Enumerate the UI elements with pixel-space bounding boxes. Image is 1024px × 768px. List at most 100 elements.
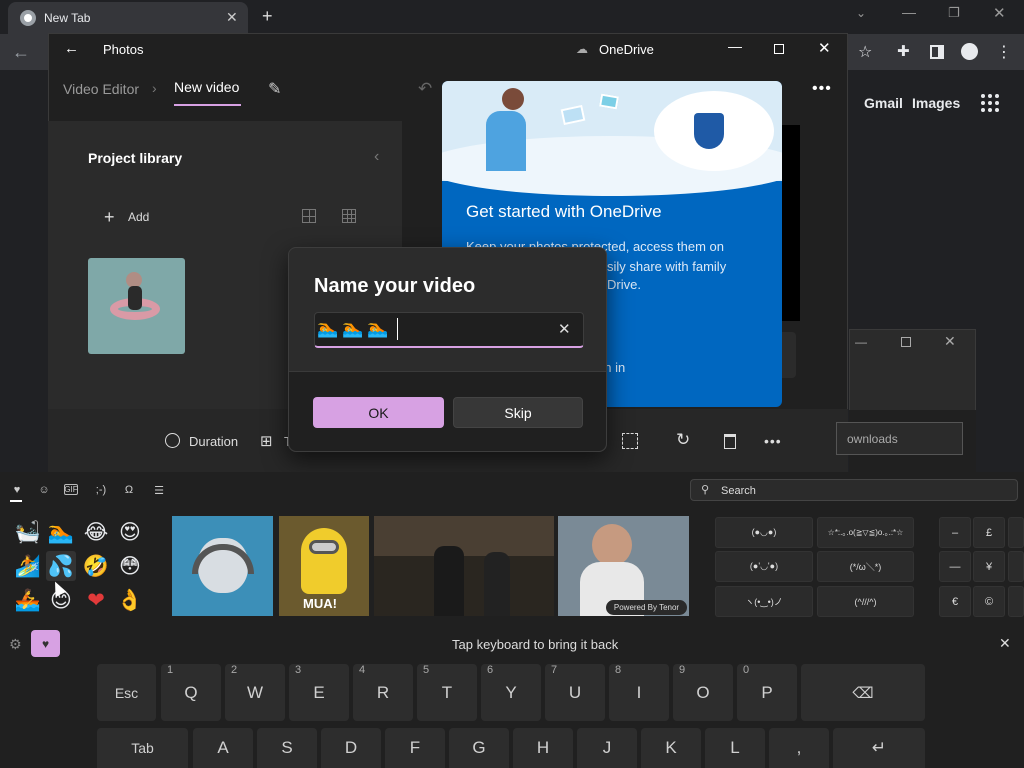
new-tab-icon[interactable]: + [262,6,273,27]
downloads-field[interactable]: ownloads [836,422,963,455]
symbol-item[interactable]: — [939,551,971,582]
close-tab-icon[interactable]: ✕ [226,9,238,26]
key-comma[interactable]: , [769,728,829,768]
key-h[interactable]: H [513,728,573,768]
emoji-item[interactable]: ❤ [81,585,111,615]
key-i[interactable]: 8I [609,664,669,721]
kaomoji-item[interactable]: (*/ω＼*) [817,551,914,582]
key-j[interactable]: J [577,728,637,768]
restore-icon[interactable]: ❐ [948,5,960,21]
gif-thumbnail[interactable] [374,516,554,616]
emoji-item[interactable]: 🏄 [13,551,43,581]
rename-pencil-icon[interactable]: ✎ [268,79,281,99]
emoji-item[interactable]: 🏊 [46,517,76,547]
key-enter[interactable]: ↵ [833,728,925,768]
gif-thumbnail[interactable] [172,516,273,616]
key-t[interactable]: 5T [417,664,477,721]
close-keyboard-icon[interactable]: ✕ [999,635,1011,652]
onedrive-button[interactable]: OneDrive [599,42,654,57]
key-y[interactable]: 6Y [481,664,541,721]
gif-thumbnail[interactable]: MUA! [279,516,369,616]
apps-grid-icon[interactable] [981,94,999,112]
key-e[interactable]: 3E [289,664,349,721]
key-o[interactable]: 9O [673,664,733,721]
video-name-input[interactable]: 🏊🏊🏊 ✕ [314,312,584,348]
close-window-icon[interactable]: ✕ [993,4,1006,22]
chrome-tab[interactable]: New Tab ✕ [8,2,248,34]
key-esc[interactable]: Esc [97,664,156,721]
small-grid-view-icon[interactable] [342,209,356,223]
settings-gear-icon[interactable]: ⚙ [9,636,22,653]
key-g[interactable]: G [449,728,509,768]
emoji-item[interactable]: 👌 [115,585,145,615]
key-backspace[interactable]: ⌫ [801,664,925,721]
key-q[interactable]: 1Q [161,664,221,721]
more-options-icon[interactable]: ••• [812,80,832,98]
symbol-item-partial[interactable] [1008,551,1024,582]
symbol-item[interactable]: – [939,517,971,548]
emoji-item[interactable]: 😳 [115,551,145,581]
symbol-item[interactable]: € [939,586,971,617]
maximize-icon[interactable] [774,44,784,54]
tab-search-icon[interactable]: ⌄ [856,6,866,20]
large-grid-view-icon[interactable] [302,209,316,223]
crop-icon[interactable] [622,433,638,449]
kaomoji-item[interactable]: (●◡●) [715,517,813,548]
emoji-item[interactable]: 🤣 [81,551,111,581]
emoji-search-input[interactable]: ⚲ Search [690,479,1018,501]
key-k[interactable]: K [641,728,701,768]
add-title-card-icon[interactable]: ⊞ [260,432,273,450]
symbol-item[interactable]: © [973,586,1005,617]
skip-button[interactable]: Skip [453,397,583,428]
library-thumbnail[interactable] [88,258,185,354]
close-icon[interactable]: ✕ [944,333,956,350]
kaomoji-item[interactable]: (●'◡'●) [715,551,813,582]
key-a[interactable]: A [193,728,253,768]
tab-gif[interactable]: GIF [64,484,78,495]
rotate-icon[interactable]: ↻ [676,430,690,450]
close-icon[interactable]: ✕ [818,39,831,57]
collapse-chevron-icon[interactable]: ‹ [374,148,379,166]
minimize-icon[interactable]: — [855,335,867,349]
key-d[interactable]: D [321,728,381,768]
emoji-item[interactable]: 🚣 [13,585,43,615]
add-button[interactable]: Add [128,210,149,224]
symbol-item[interactable]: ¥ [973,551,1005,582]
back-arrow-icon[interactable]: ← [64,40,79,57]
delete-trash-icon[interactable] [724,434,736,449]
duration-button[interactable]: Duration [189,434,238,449]
key-s[interactable]: S [257,728,317,768]
tab-symbols[interactable]: Ω [120,483,138,497]
profile-avatar-icon[interactable] [961,43,978,60]
emoji-item[interactable]: 💦 [46,551,76,581]
more-options-icon[interactable]: ••• [764,433,782,449]
gif-thumbnail[interactable]: Powered By Tenor [558,516,689,616]
tab-kaomoji[interactable]: ;-) [92,483,110,497]
chrome-menu-icon[interactable]: ⋮ [996,42,1012,62]
symbol-item-partial[interactable] [1008,517,1024,548]
breadcrumb-video-editor[interactable]: Video Editor [63,81,139,97]
key-l[interactable]: L [705,728,765,768]
undo-icon[interactable]: ↶ [418,79,432,99]
kaomoji-item[interactable]: ☆*:.｡.o(≧▽≦)o.｡.:*☆ [817,517,914,548]
ok-button[interactable]: OK [313,397,444,428]
gmail-link[interactable]: Gmail [864,95,903,111]
back-arrow-icon[interactable]: ← [12,42,30,63]
bookmark-star-icon[interactable]: ☆ [858,42,872,62]
symbol-item[interactable]: £ [973,517,1005,548]
emoji-item[interactable]: 🛀 [13,517,43,547]
emoji-item[interactable]: 😍 [115,517,145,547]
key-f[interactable]: F [385,728,445,768]
tab-clipboard[interactable]: ☰ [150,483,168,497]
clear-input-icon[interactable]: ✕ [558,320,571,338]
tab-emoji-favorites[interactable]: ♥ [8,483,26,497]
key-w[interactable]: 2W [225,664,285,721]
images-link[interactable]: Images [912,95,960,111]
key-r[interactable]: 4R [353,664,413,721]
kaomoji-item[interactable]: (^///^) [817,586,914,617]
side-panel-icon[interactable] [930,45,944,59]
key-tab[interactable]: Tab [97,728,188,768]
minimize-icon[interactable]: — [728,38,742,54]
kaomoji-item[interactable]: ヽ(•‿•)ノ [715,586,813,617]
tab-emoji[interactable]: ☺ [35,483,53,497]
